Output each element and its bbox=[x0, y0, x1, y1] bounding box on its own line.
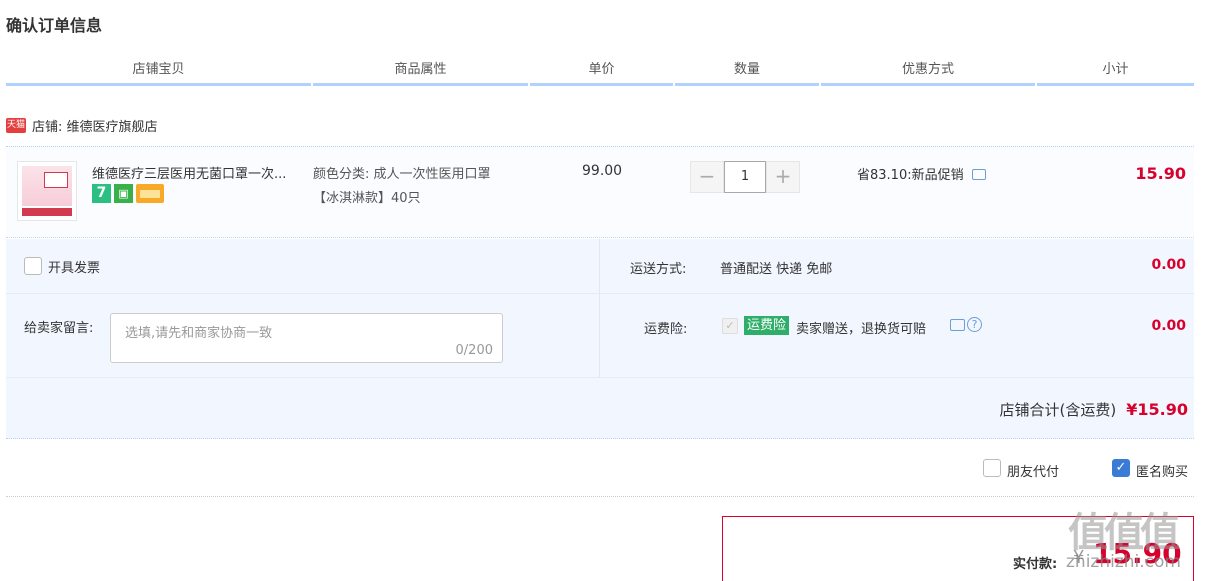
promotion-text: 省83.10:新品促销 bbox=[857, 168, 964, 183]
product-attribute-variant: 【冰淇淋款】40只 bbox=[313, 191, 421, 206]
item-subtotal: 15.90 bbox=[1135, 164, 1186, 183]
column-header-shop-item: 店铺宝贝 bbox=[6, 60, 311, 86]
seller-message-char-count: 0/200 bbox=[455, 343, 493, 358]
help-icon[interactable]: ? bbox=[967, 317, 982, 332]
shipping-insurance-icons: ? bbox=[950, 317, 982, 332]
actual-payment-label: 实付款: bbox=[1013, 557, 1058, 572]
credit-card-icon[interactable] bbox=[136, 184, 164, 203]
comment-icon[interactable] bbox=[950, 319, 965, 331]
shipping-insurance-fee: 0.00 bbox=[1151, 318, 1186, 334]
quantity-increase-button[interactable]: + bbox=[766, 161, 800, 193]
column-header-quantity: 数量 bbox=[675, 60, 819, 86]
shipping-method-label: 运送方式: bbox=[630, 262, 687, 277]
invoice-checkbox[interactable] bbox=[24, 257, 42, 275]
quantity-input[interactable]: 1 bbox=[724, 161, 766, 193]
service-icons: 7 ▣ bbox=[92, 184, 164, 203]
product-attribute-color: 颜色分类: 成人一次性医用口罩 bbox=[313, 167, 491, 182]
invoice-label[interactable]: 开具发票 bbox=[48, 257, 100, 276]
unit-price: 99.00 bbox=[582, 163, 623, 179]
store-total-label: 店铺合计(含运费) bbox=[999, 401, 1117, 419]
seven-day-return-icon[interactable]: 7 bbox=[92, 184, 111, 203]
friend-pay-label[interactable]: 朋友代付 bbox=[1007, 461, 1059, 480]
order-item-row: 维德医疗三层医用无菌口罩一次... 7 ▣ 颜色分类: 成人一次性医用口罩 【冰… bbox=[6, 146, 1194, 238]
anonymous-purchase-label[interactable]: 匿名购买 bbox=[1136, 461, 1188, 480]
column-header-discount: 优惠方式 bbox=[821, 60, 1035, 86]
watermark-logo: 值值值 bbox=[1068, 510, 1180, 556]
tmall-icon: 天猫 bbox=[6, 118, 26, 133]
anonymous-purchase-checkbox[interactable]: ✓ bbox=[1112, 459, 1130, 477]
order-options-panel: 开具发票 运送方式: 普通配送 快递 免邮 0.00 给卖家留言: 选填,请先和… bbox=[6, 239, 1194, 439]
guarantee-icon[interactable]: ▣ bbox=[114, 184, 133, 203]
shipping-insurance-tag: 运费险 bbox=[744, 316, 790, 335]
column-header-subtotal: 小计 bbox=[1037, 60, 1194, 86]
shipping-insurance-label: 运费险: bbox=[644, 322, 688, 337]
friend-pay-checkbox[interactable] bbox=[983, 459, 1001, 477]
product-title-link[interactable]: 维德医疗三层医用无菌口罩一次... bbox=[92, 163, 307, 182]
shipping-insurance-checkbox[interactable]: ✓ bbox=[722, 318, 738, 334]
store-total-amount: ¥15.90 bbox=[1126, 400, 1188, 419]
page-title: 确认订单信息 bbox=[6, 16, 103, 35]
column-header-attributes: 商品属性 bbox=[313, 60, 528, 86]
shop-row: 天猫 店铺: 维德医疗旗舰店 bbox=[6, 116, 158, 135]
watermark: 值值值 zhizhizhi.com bbox=[1062, 500, 1202, 578]
quantity-stepper: − 1 + bbox=[690, 161, 800, 193]
seller-message-input[interactable]: 选填,请先和商家协商一致 0/200 bbox=[110, 313, 503, 363]
seller-message-placeholder: 选填,请先和商家协商一致 bbox=[125, 326, 273, 341]
shipping-method-value: 普通配送 快递 免邮 bbox=[720, 262, 833, 277]
shipping-fee: 0.00 bbox=[1151, 257, 1186, 273]
product-thumbnail[interactable] bbox=[17, 161, 77, 221]
seller-message-label: 给卖家留言: bbox=[24, 321, 94, 336]
column-header-unit-price: 单价 bbox=[530, 60, 673, 86]
quantity-decrease-button[interactable]: − bbox=[690, 161, 724, 193]
divider bbox=[6, 496, 1194, 497]
watermark-text: zhizhizhi.com bbox=[1066, 552, 1181, 572]
promotion-info: 省83.10:新品促销 bbox=[857, 164, 986, 183]
shipping-insurance-text: 卖家赠送，退换货可赔 bbox=[796, 322, 927, 337]
comment-icon[interactable] bbox=[971, 169, 986, 180]
shop-name-link[interactable]: 店铺: 维德医疗旗舰店 bbox=[32, 116, 158, 135]
column-header: 店铺宝贝 商品属性 单价 数量 优惠方式 小计 bbox=[6, 60, 1194, 86]
store-total: 店铺合计(含运费) ¥15.90 bbox=[1000, 399, 1188, 420]
